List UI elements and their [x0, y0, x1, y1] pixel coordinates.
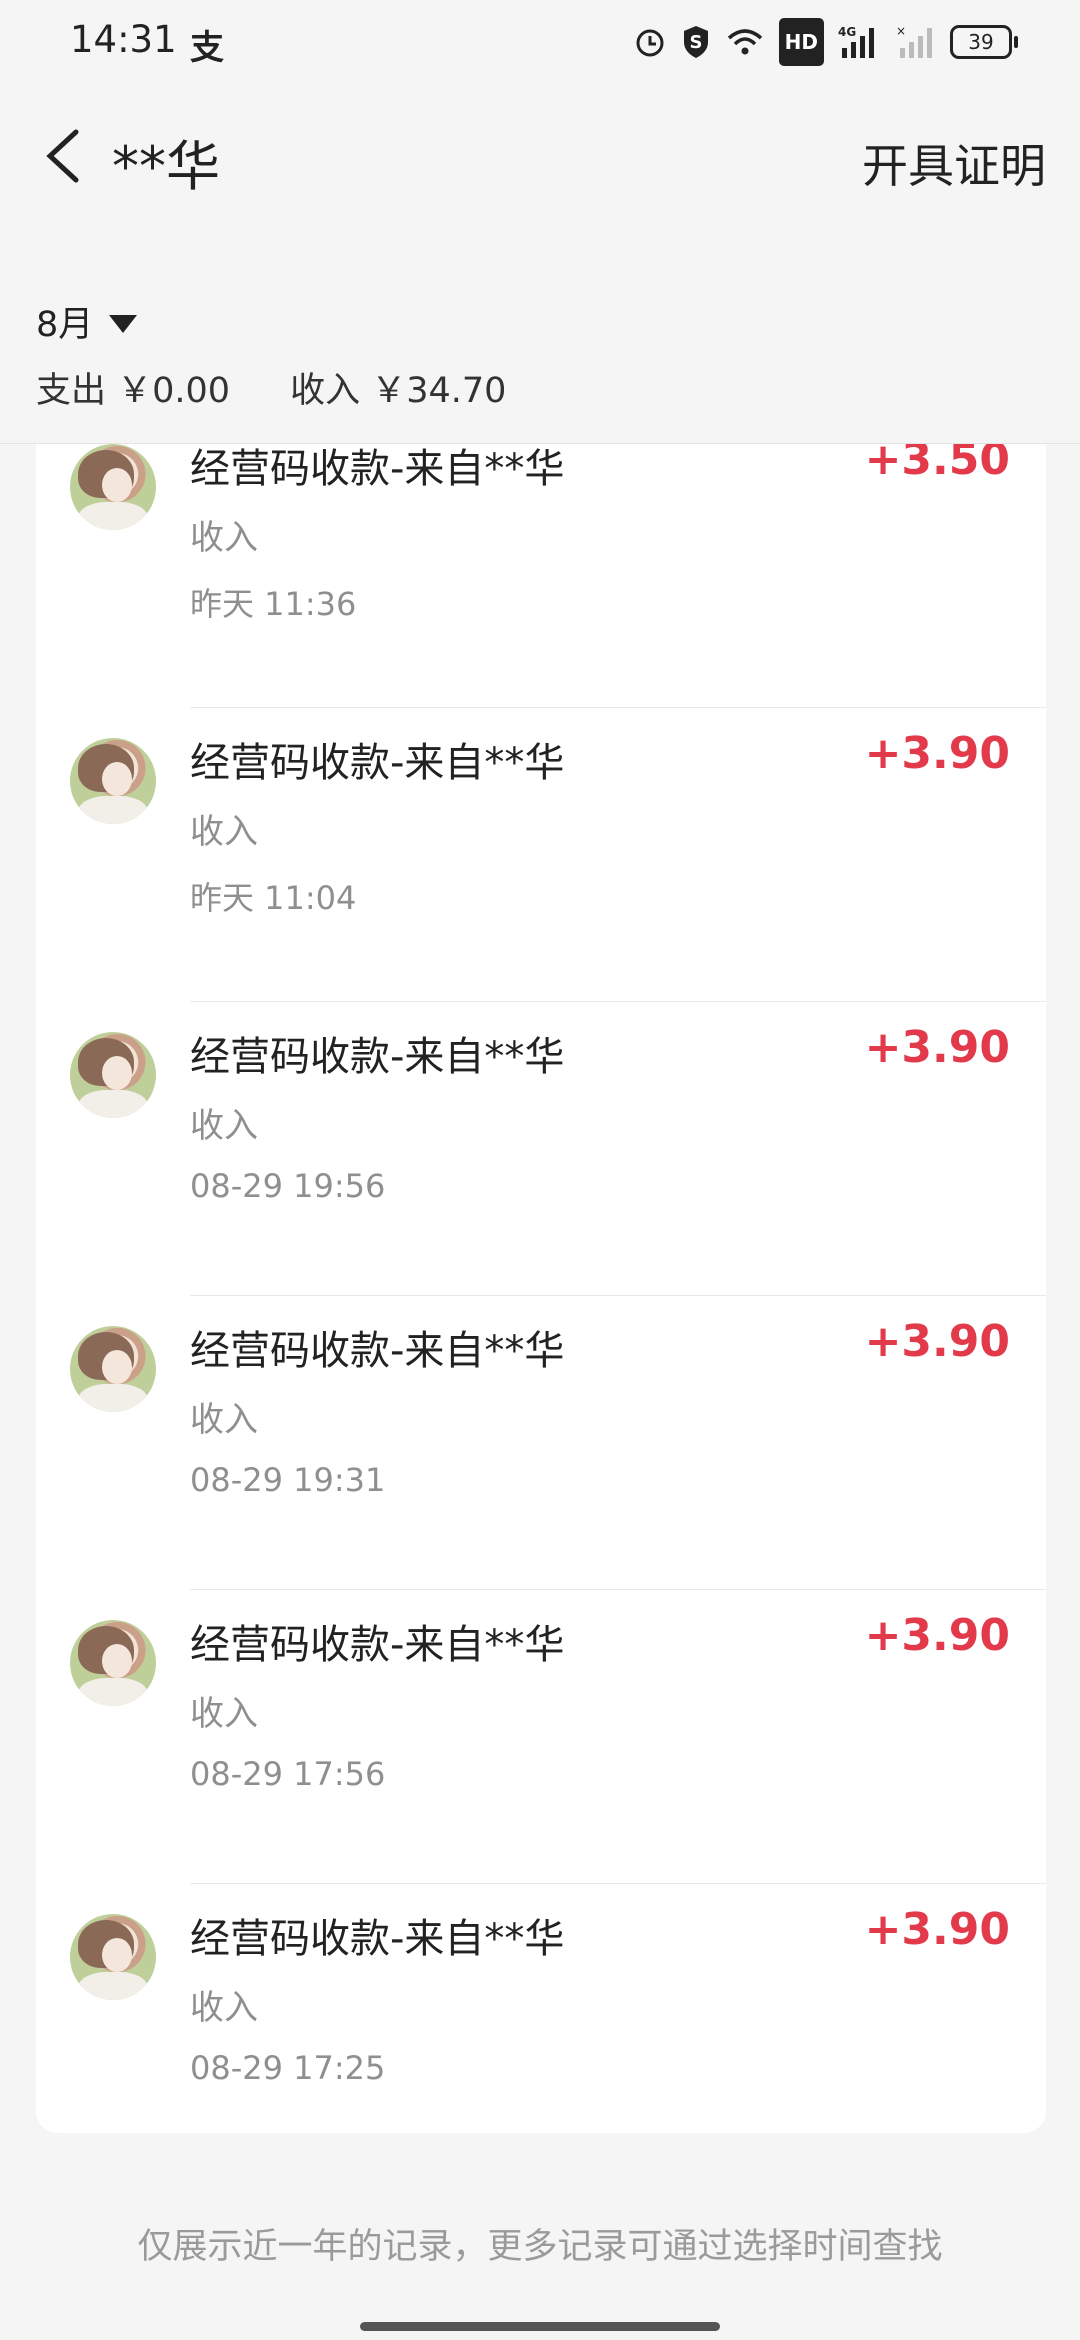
- avatar: [70, 738, 156, 824]
- record-type: 收入: [190, 812, 258, 852]
- record-amount: +3.90: [864, 1610, 1010, 1661]
- month-label: 8月: [36, 305, 94, 345]
- issue-certificate-button[interactable]: 开具证明: [862, 130, 1046, 196]
- record-title: 经营码收款-来自**华: [190, 1916, 565, 1962]
- record-row[interactable]: 经营码收款-来自**华 收入 昨天 11:36 +3.50: [36, 444, 1046, 708]
- avatar: [70, 1326, 156, 1412]
- status-time: 14:31: [70, 18, 177, 61]
- record-amount: +3.50: [864, 444, 1010, 485]
- record-title: 经营码收款-来自**华: [190, 740, 565, 786]
- record-card: 经营码收款-来自**华 收入 昨天 11:36 +3.50 经营码收款-来自**…: [36, 444, 1046, 2133]
- income-total: 收入 ￥34.70: [290, 371, 507, 411]
- hd-icon: HD: [778, 18, 824, 66]
- record-row[interactable]: 经营码收款-来自**华 收入 08-29 17:56 +3.90: [36, 1590, 1046, 1884]
- record-time: 08-29 19:56: [190, 1167, 386, 1205]
- back-arrow-icon[interactable]: [36, 126, 92, 186]
- status-icons: S HD 4G × 39: [633, 18, 1018, 66]
- record-row[interactable]: 经营码收款-来自**华 收入 08-29 19:56 +3.90: [36, 1002, 1046, 1296]
- record-time: 昨天 11:04: [190, 879, 357, 917]
- battery-level: 39: [950, 25, 1018, 59]
- signal-4g-icon: 4G: [838, 22, 882, 62]
- wifi-icon: [725, 22, 765, 62]
- record-type: 收入: [190, 518, 258, 558]
- avatar: [70, 1032, 156, 1118]
- signal-no-service-icon: ×: [896, 22, 936, 62]
- record-type: 收入: [190, 1106, 258, 1146]
- record-title: 经营码收款-来自**华: [190, 1622, 565, 1668]
- record-time: 08-29 17:25: [190, 2049, 386, 2087]
- record-amount: +3.90: [864, 728, 1010, 779]
- battery-icon: 39: [950, 22, 1018, 62]
- alarm-icon: [633, 22, 667, 62]
- svg-text:4G: 4G: [838, 25, 856, 39]
- svg-text:×: ×: [896, 24, 906, 38]
- avatar: [70, 1914, 156, 2000]
- page-title: **华: [112, 135, 220, 198]
- record-time: 昨天 11:36: [190, 585, 357, 623]
- record-time: 08-29 17:56: [190, 1755, 386, 1793]
- record-title: 经营码收款-来自**华: [190, 446, 565, 492]
- record-row[interactable]: 经营码收款-来自**华 收入 08-29 17:25 +3.90: [36, 1884, 1046, 2164]
- alipay-icon: 支: [190, 28, 224, 68]
- avatar: [70, 444, 156, 530]
- record-amount: +3.90: [864, 1316, 1010, 1367]
- svg-text:S: S: [689, 32, 702, 53]
- status-bar: 14:31 支 S HD 4G × 39: [0, 0, 1080, 82]
- month-summary: 支出 ￥0.00 收入 ￥34.70: [36, 362, 506, 413]
- dropdown-triangle-icon: [109, 314, 138, 333]
- home-indicator[interactable]: [360, 2322, 720, 2331]
- record-type: 收入: [190, 1988, 258, 2028]
- top-bar: **华 开具证明: [0, 110, 1080, 200]
- record-title: 经营码收款-来自**华: [190, 1328, 565, 1374]
- month-selector[interactable]: 8月: [36, 296, 138, 347]
- record-title: 经营码收款-来自**华: [190, 1034, 565, 1080]
- record-amount: +3.90: [864, 1022, 1010, 1073]
- shield-s-icon: S: [681, 22, 711, 62]
- avatar: [70, 1620, 156, 1706]
- expense-total: 支出 ￥0.00: [36, 371, 231, 411]
- record-amount: +3.90: [864, 1904, 1010, 1955]
- record-list[interactable]: 经营码收款-来自**华 收入 昨天 11:36 +3.50 经营码收款-来自**…: [0, 444, 1080, 2164]
- record-type: 收入: [190, 1694, 258, 1734]
- footer-note: 仅展示近一年的记录，更多记录可通过选择时间查找: [137, 2227, 943, 2267]
- record-row[interactable]: 经营码收款-来自**华 收入 08-29 19:31 +3.90: [36, 1296, 1046, 1590]
- record-row[interactable]: 经营码收款-来自**华 收入 昨天 11:04 +3.90: [36, 708, 1046, 1002]
- record-time: 08-29 19:31: [190, 1461, 386, 1499]
- record-type: 收入: [190, 1400, 258, 1440]
